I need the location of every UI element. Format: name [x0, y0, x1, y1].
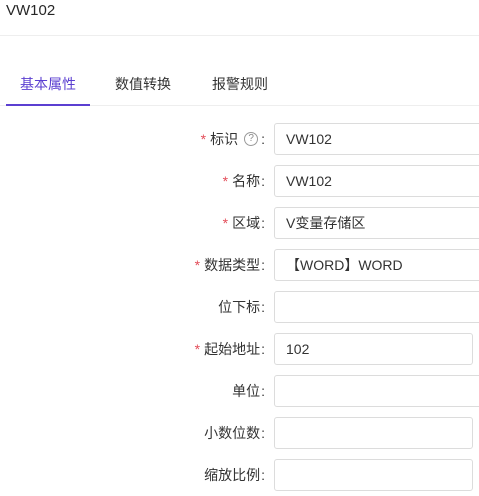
bit-index-input[interactable]	[274, 291, 479, 323]
label-colon: :	[261, 131, 265, 147]
form-label: * 起始地址 :	[195, 333, 265, 365]
form-label: * 标识 ? :	[201, 123, 265, 155]
field-label-text: 区域	[232, 215, 261, 231]
form-row-scale-ratio: 缩放比例 :	[0, 459, 479, 491]
form-row-unit: 单位 :	[0, 375, 479, 407]
label-colon: :	[261, 299, 265, 315]
identifier-input[interactable]	[274, 123, 479, 155]
form-label: 小数位数 :	[204, 417, 265, 449]
form-label: 缩放比例 :	[204, 459, 265, 491]
form-row-identifier: * 标识 ? :	[0, 123, 479, 155]
field-label-text: 小数位数	[204, 425, 261, 441]
field-label-text: 缩放比例	[204, 467, 261, 483]
name-input[interactable]	[274, 165, 479, 197]
form-label: * 数据类型 :	[195, 249, 265, 281]
field-label-text: 起始地址	[204, 341, 261, 357]
form-row-decimal-places: 小数位数 :	[0, 417, 479, 449]
question-circle-icon[interactable]: ?	[244, 132, 259, 146]
form-row-start-address: * 起始地址 :	[0, 333, 479, 365]
label-colon: :	[261, 215, 265, 231]
required-mark: *	[222, 215, 229, 231]
scale-ratio-input[interactable]	[274, 459, 473, 491]
form-row-area: * 区域 :	[0, 207, 479, 239]
data-type-select[interactable]	[274, 249, 479, 281]
point-detail-panel: VW102 基本属性 数值转换 报警规则 * 标识 ? : * 名称 : * 区…	[0, 0, 479, 496]
panel-header: VW102	[0, 0, 479, 36]
label-colon: :	[261, 425, 265, 441]
form-label: * 名称 :	[223, 165, 265, 197]
field-label-text: 数据类型	[204, 257, 261, 273]
field-label-text: 单位	[232, 383, 261, 399]
required-mark: *	[200, 131, 207, 147]
form-label: * 区域 :	[223, 207, 265, 239]
label-colon: :	[261, 173, 265, 189]
field-label-text: 名称	[232, 173, 261, 189]
area-select[interactable]	[274, 207, 479, 239]
field-label-text: 位下标	[218, 299, 261, 315]
form-label: 单位 :	[232, 375, 265, 407]
unit-input[interactable]	[274, 375, 479, 407]
form-row-bit-index: 位下标 :	[0, 291, 479, 323]
required-mark: *	[194, 341, 201, 357]
field-label-text: 标识	[210, 131, 239, 147]
tab-alarm-rules[interactable]: 报警规则	[198, 64, 282, 106]
panel-title: VW102	[6, 2, 56, 19]
tab-value-conversion[interactable]: 数值转换	[101, 64, 185, 106]
start-address-input[interactable]	[274, 333, 473, 365]
label-colon: :	[261, 257, 265, 273]
tab-basic-properties[interactable]: 基本属性	[6, 64, 90, 106]
tab-bar: 基本属性 数值转换 报警规则	[0, 64, 479, 106]
form-row-data-type: * 数据类型 :	[0, 249, 479, 281]
required-mark: *	[194, 257, 201, 273]
label-colon: :	[261, 341, 265, 357]
form-label: 位下标 :	[218, 291, 265, 323]
form-row-name: * 名称 :	[0, 165, 479, 197]
active-tab-indicator	[6, 104, 90, 106]
required-mark: *	[222, 173, 229, 189]
label-colon: :	[261, 467, 265, 483]
decimal-places-input[interactable]	[274, 417, 473, 449]
label-colon: :	[261, 383, 265, 399]
